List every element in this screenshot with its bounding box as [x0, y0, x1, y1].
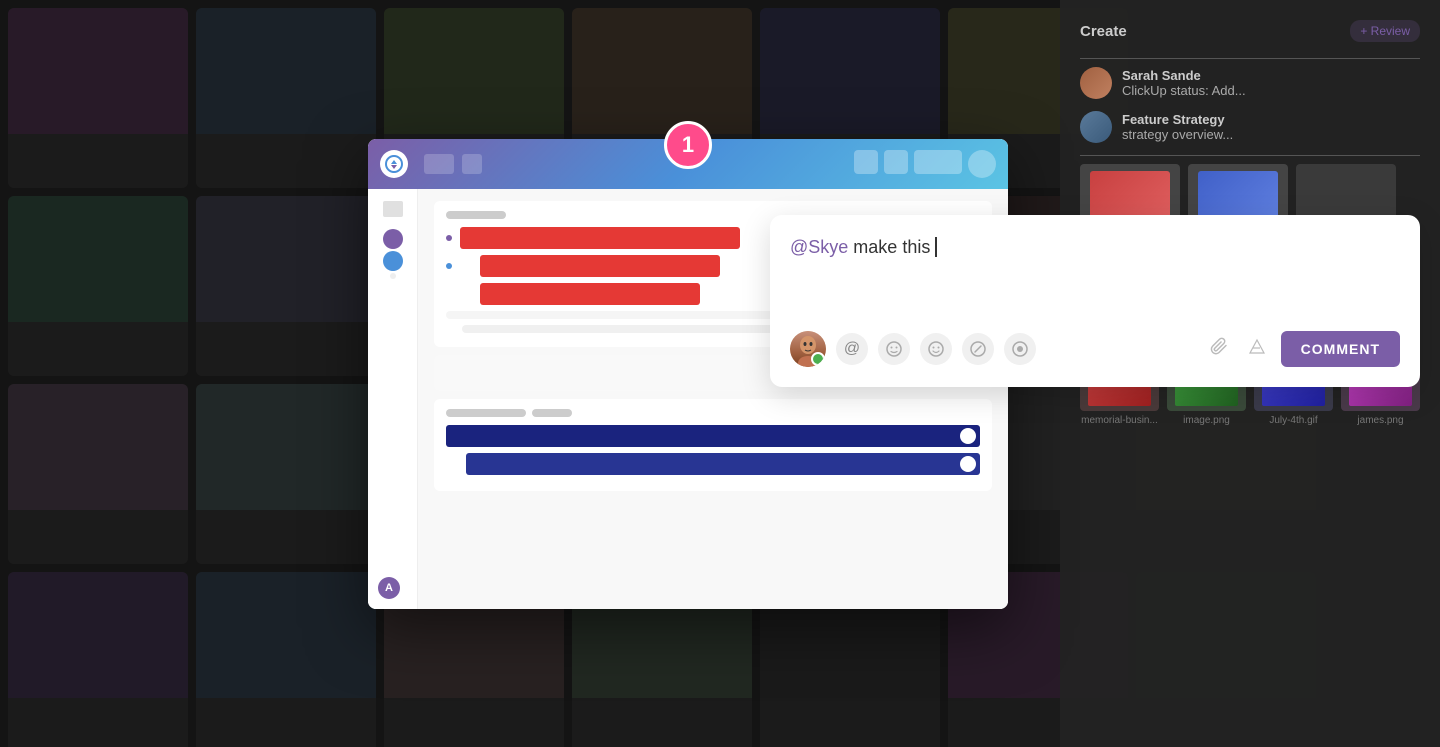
commenter-avatar [790, 331, 826, 367]
review-badge[interactable]: + Review [1350, 20, 1420, 42]
gantt-row-blue-1 [446, 425, 980, 447]
gantt-bar-red-1 [460, 227, 740, 249]
bar-circle-1 [960, 428, 976, 444]
sidebar-dots [383, 229, 403, 279]
user-row-1: Sarah Sande ClickUp status: Add... [1080, 67, 1420, 99]
gantt-bar-blue-2-container [466, 453, 980, 475]
slash-icon[interactable] [962, 333, 994, 365]
gantt-bar-red-3 [480, 283, 700, 305]
sidebar-dot-small [390, 273, 396, 279]
notification-badge[interactable]: 1 [664, 121, 712, 169]
inner-sidebar [368, 189, 418, 609]
user-name-feature: Feature Strategy [1122, 112, 1420, 127]
comment-text-area[interactable]: @Skye make this [790, 235, 1400, 315]
gantt-bottom-section [434, 399, 992, 491]
mention-text: @Skye [790, 237, 848, 257]
row-spacer [446, 291, 452, 297]
gantt-bar-group [480, 255, 720, 277]
bell-icon [854, 150, 878, 174]
gantt-row-blue-2 [446, 453, 980, 475]
view-toggle [914, 150, 962, 174]
mention-icon[interactable]: @ [836, 333, 868, 365]
file-name-3: July-4th.gif [1254, 415, 1333, 426]
user-text-feature: strategy overview... [1122, 127, 1420, 142]
emoji-icon[interactable] [920, 333, 952, 365]
online-indicator [815, 356, 825, 366]
inner-bottom-avatar: A [378, 577, 400, 599]
file-name-4: james.png [1341, 415, 1420, 426]
gantt-bottom-header [446, 409, 980, 417]
inner-topbar-icons [854, 150, 996, 178]
search-icon [884, 150, 908, 174]
user-row-2: Feature Strategy strategy overview... [1080, 111, 1420, 143]
right-panel-title: Create [1080, 23, 1127, 40]
row-indicator [446, 235, 452, 241]
text-cursor [935, 237, 937, 257]
file-name-1: memorial-busin... [1080, 415, 1159, 426]
comment-body-text: make this [848, 237, 935, 257]
row-indicator-2 [446, 263, 452, 269]
notification-count: 1 [682, 132, 694, 158]
comment-toolbar: @ [790, 331, 1400, 367]
gantt-bar-blue-2 [466, 453, 980, 475]
attachment-icon[interactable] [1205, 333, 1233, 366]
user-name-sarah: Sarah Sande [1122, 68, 1420, 83]
avatar-sarah [1080, 67, 1112, 99]
grid-icon [383, 201, 403, 217]
user-text-sarah: ClickUp status: Add... [1122, 83, 1420, 98]
user-avatar-icon [968, 150, 996, 178]
file-name-2: image.png [1167, 415, 1246, 426]
divider-1 [1080, 58, 1420, 59]
gantt-bar-group-3 [480, 283, 700, 305]
sidebar-dot-blue [383, 251, 403, 271]
sidebar-dot-purple [383, 229, 403, 249]
inner-nav-buttons [424, 154, 486, 174]
comment-button[interactable]: COMMENT [1281, 331, 1400, 367]
reaction-icon[interactable] [878, 333, 910, 365]
bar-circle-2 [960, 456, 976, 472]
comment-popup: @Skye make this @ [770, 215, 1420, 387]
record-icon[interactable] [1004, 333, 1036, 365]
inner-logo [380, 150, 408, 178]
gantt-bar-red-2 [480, 255, 720, 277]
google-drive-icon[interactable] [1243, 333, 1271, 366]
divider-2 [1080, 155, 1420, 156]
gantt-bar-blue-1 [446, 425, 980, 447]
avatar-feature [1080, 111, 1112, 143]
